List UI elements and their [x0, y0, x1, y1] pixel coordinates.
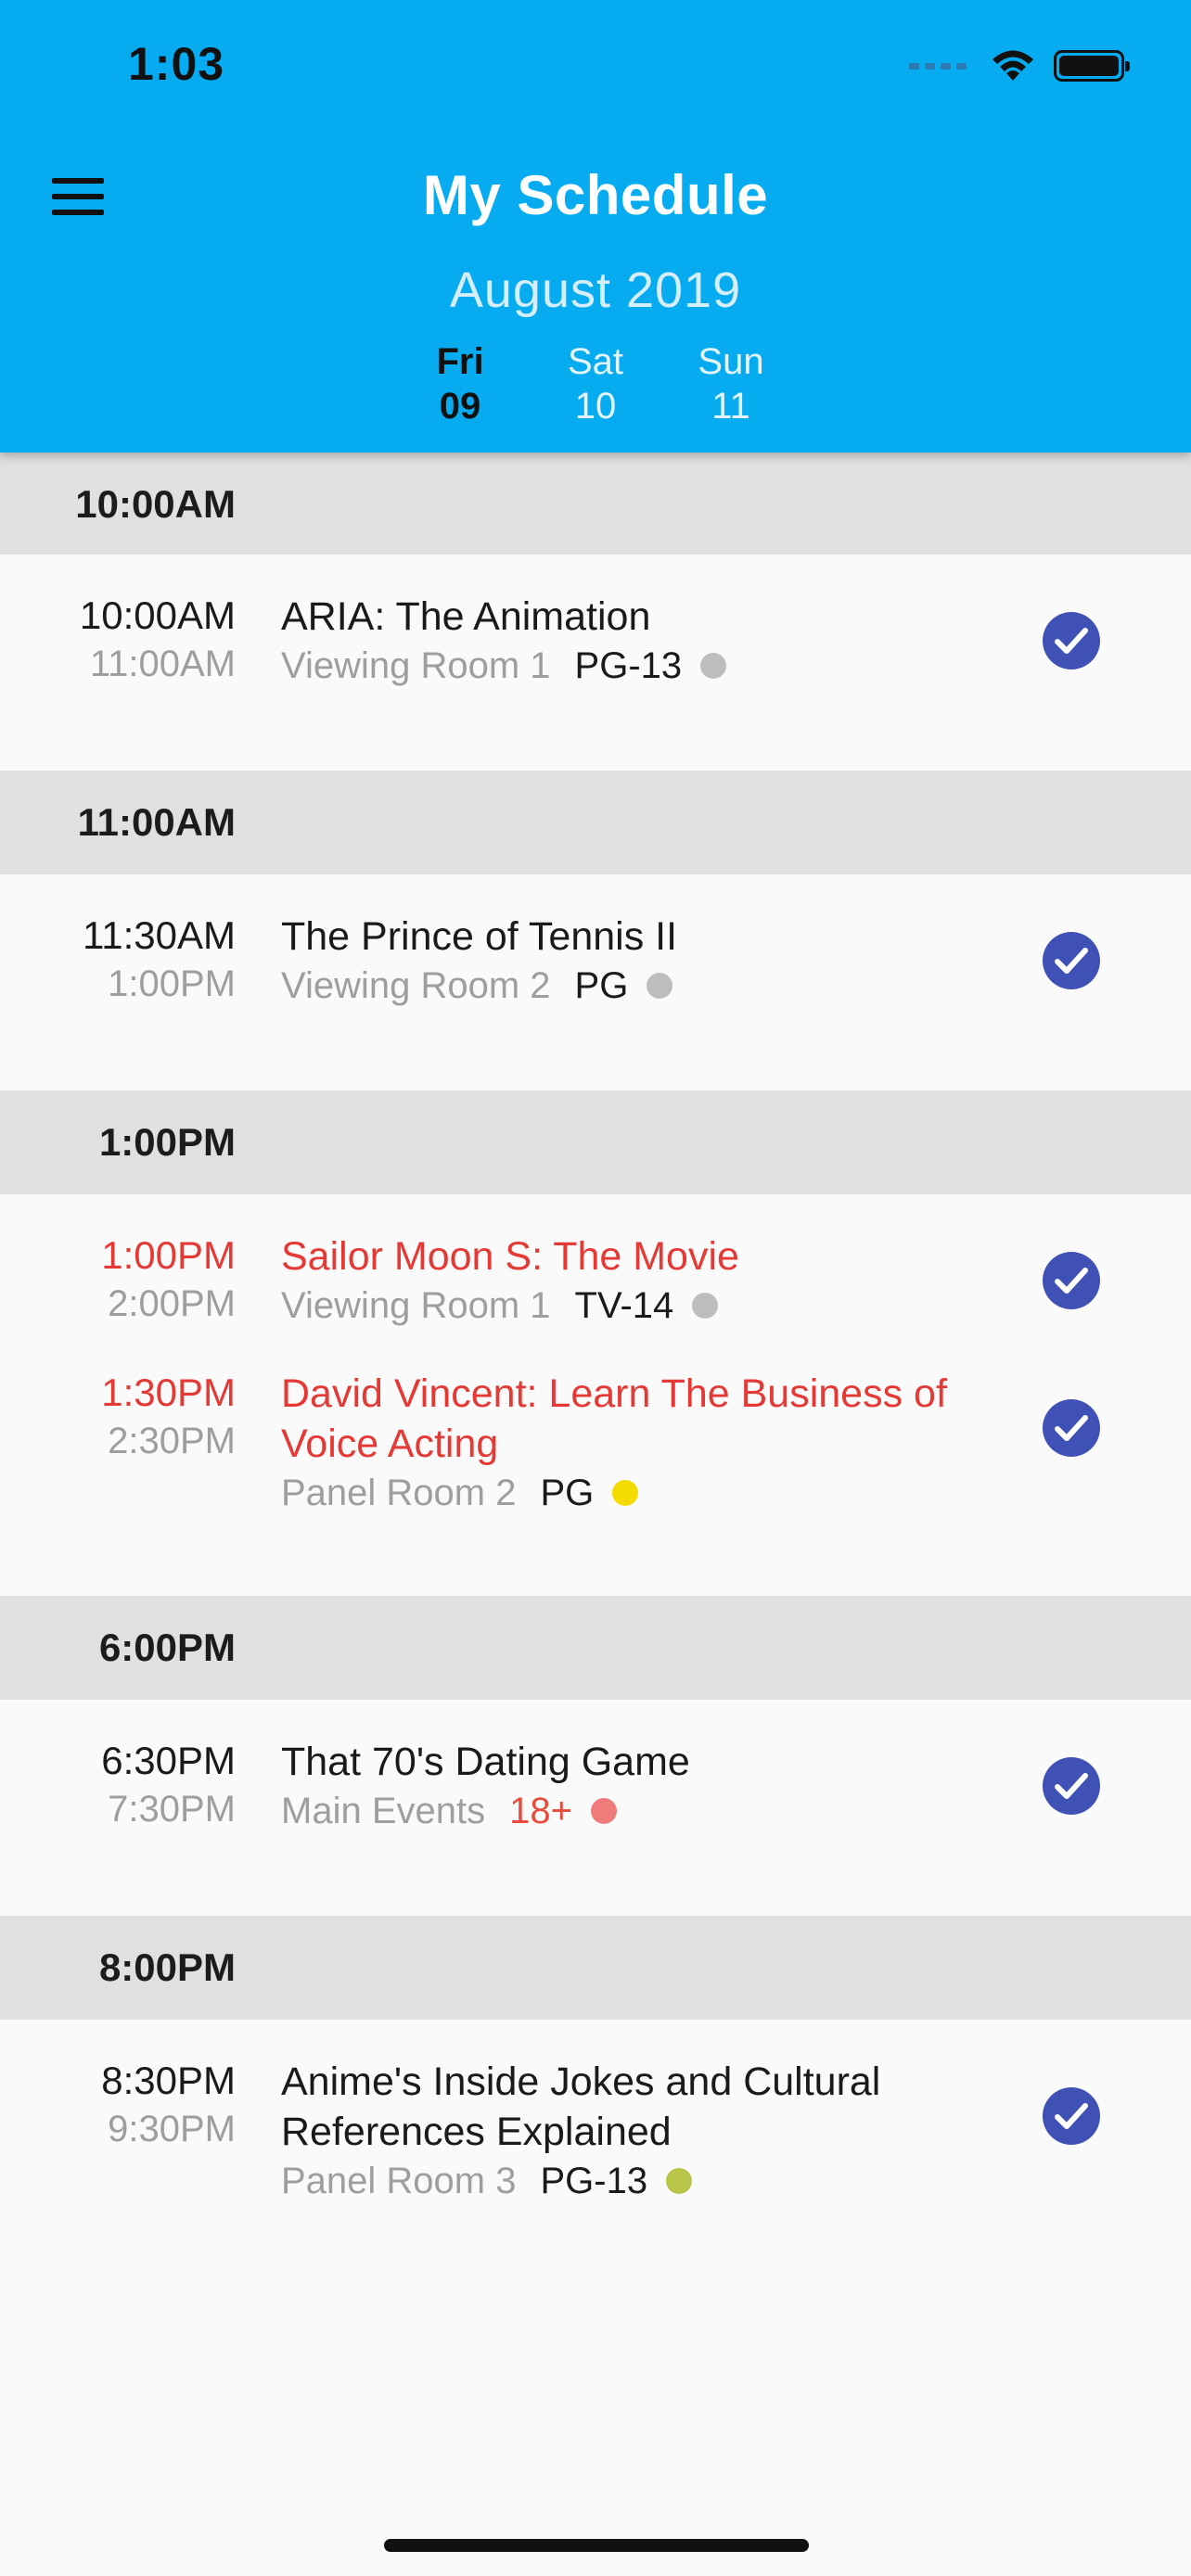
event-end-time: 1:00PM: [108, 963, 236, 1004]
day-tab-date: 10: [574, 386, 617, 427]
event-start-time: 8:30PM: [101, 2059, 236, 2102]
month-label: August 2019: [449, 262, 742, 318]
event-title: ARIA: The Animation: [281, 594, 651, 639]
event-info: That 70's Dating Game Main Events 18+: [281, 1737, 1005, 1835]
event-info: David Vincent: Learn The Business of Voi…: [281, 1369, 1005, 1517]
event-title: Sailor Moon S: The Movie: [281, 1234, 739, 1279]
rating-color-dot: [647, 973, 673, 999]
event-room: Panel Room 3: [281, 2161, 517, 2201]
check-circle-icon[interactable]: [1043, 1757, 1100, 1815]
event-rating: 18+: [509, 1791, 572, 1831]
battery-icon: [1054, 50, 1130, 82]
event-title: That 70's Dating Game: [281, 1740, 690, 1784]
time-section-header: 11:00AM: [0, 771, 1191, 874]
event-title: David Vincent: Learn The Business of Voi…: [281, 1371, 947, 1466]
rating-color-dot: [666, 2168, 693, 2194]
section-time-label: 8:00PM: [98, 1945, 236, 1989]
day-tab-dow: Sun: [698, 341, 764, 382]
section-time-label: 11:00AM: [77, 800, 236, 844]
schedule-event-row[interactable]: 10:00AM 11:00AM ARIA: The Animation Viewing…: [0, 555, 1191, 771]
day-tab-sat[interactable]: Sat 10: [551, 339, 640, 428]
check-circle-icon[interactable]: [1043, 1399, 1100, 1457]
status-time: 1:03: [128, 38, 225, 90]
time-section-header: 6:00PM: [0, 1596, 1191, 1700]
event-meta: Main Events 18+: [281, 1787, 1005, 1835]
event-info: Anime's Inside Jokes and Cultural Refere…: [281, 2057, 1005, 2205]
event-times: 11:30AM 1:00PM: [83, 912, 236, 1008]
event-end-time: 11:00AM: [89, 644, 236, 684]
time-section-header: 10:00AM: [0, 453, 1191, 555]
event-room: Main Events: [281, 1791, 486, 1831]
day-tab-date: 11: [711, 386, 750, 427]
event-rating: PG: [540, 1473, 595, 1513]
event-times: 6:30PM 7:30PM: [101, 1737, 236, 1833]
rating-color-dot: [612, 1480, 639, 1506]
event-room: Viewing Room 1: [281, 645, 551, 686]
event-start-time: 1:00PM: [101, 1233, 236, 1277]
home-indicator[interactable]: [384, 2539, 809, 2552]
check-circle-icon[interactable]: [1043, 612, 1100, 670]
status-icons: [909, 43, 1130, 89]
rating-color-dot: [692, 1293, 719, 1319]
event-info: Sailor Moon S: The Movie Viewing Room 1 TV…: [281, 1231, 1005, 1330]
event-end-time: 9:30PM: [108, 2109, 236, 2149]
event-info: The Prince of Tennis II Viewing Room 2 PG: [281, 912, 1005, 1010]
event-end-time: 2:30PM: [108, 1421, 236, 1461]
event-rating: PG-13: [540, 2161, 648, 2201]
schedule-list: 10:00AM 10:00AM 11:00AM ARIA: The Animation…: [0, 453, 1191, 2237]
rating-color-dot: [590, 1798, 617, 1824]
event-times: 1:30PM 2:30PM: [101, 1369, 236, 1465]
event-info: ARIA: The Animation Viewing Room 1 PG-13: [281, 592, 1005, 690]
section-time-label: 6:00PM: [98, 1626, 236, 1669]
schedule-event-row[interactable]: 11:30AM 1:00PM The Prince of Tennis II View…: [0, 874, 1191, 1090]
event-meta: Panel Room 3 PG-13: [281, 2157, 1005, 2205]
app-root: 1:03 My Schedule August 2019 Fri 09 Sat 10 S…: [0, 0, 1191, 2576]
event-start-time: 11:30AM: [83, 913, 236, 957]
check-circle-icon[interactable]: [1043, 1252, 1100, 1309]
event-end-time: 2:00PM: [108, 1283, 236, 1324]
event-title: Anime's Inside Jokes and Cultural Refere…: [281, 2060, 881, 2154]
event-meta: Viewing Room 1 TV-14: [281, 1282, 1005, 1330]
event-start-time: 6:30PM: [101, 1739, 236, 1782]
event-start-time: 1:30PM: [101, 1371, 236, 1414]
page-title: My Schedule: [422, 164, 769, 226]
day-tab-sun[interactable]: Sun 11: [686, 339, 775, 428]
check-circle-icon[interactable]: [1043, 932, 1100, 989]
check-circle-icon[interactable]: [1043, 2087, 1100, 2145]
day-tabs: Fri 09 Sat 10 Sun 11: [0, 339, 1191, 428]
event-meta: Viewing Room 1 PG-13: [281, 642, 1005, 690]
cellular-signal-icon: [909, 62, 967, 70]
section-time-label: 1:00PM: [98, 1120, 236, 1164]
event-rating: PG: [574, 965, 629, 1006]
schedule-event-row[interactable]: 1:00PM 2:00PM Sailor Moon S: The Movie View…: [0, 1194, 1191, 1369]
event-times: 10:00AM 11:00AM: [80, 592, 236, 688]
app-header: 1:03 My Schedule August 2019 Fri 09 Sat 10 S…: [0, 0, 1191, 453]
event-rating: TV-14: [574, 1285, 674, 1326]
wifi-icon: [992, 50, 1033, 81]
event-meta: Viewing Room 2 PG: [281, 962, 1005, 1010]
event-title: The Prince of Tennis II: [281, 914, 678, 959]
day-tab-dow: Fri: [436, 341, 484, 382]
event-room: Panel Room 2: [281, 1473, 517, 1513]
schedule-event-row[interactable]: 6:30PM 7:30PM That 70's Dating Game Main Ev…: [0, 1700, 1191, 1916]
event-end-time: 7:30PM: [108, 1789, 236, 1830]
event-meta: Panel Room 2 PG: [281, 1469, 1005, 1517]
section-time-label: 10:00AM: [75, 482, 236, 526]
event-room: Viewing Room 2: [281, 965, 551, 1006]
day-tab-fri[interactable]: Fri 09: [416, 339, 505, 428]
schedule-event-row[interactable]: 8:30PM 9:30PM Anime's Inside Jokes and Cul…: [0, 2020, 1191, 2237]
day-tab-dow: Sat: [567, 341, 624, 382]
event-times: 8:30PM 9:30PM: [101, 2057, 236, 2153]
event-room: Viewing Room 1: [281, 1285, 551, 1326]
event-times: 1:00PM 2:00PM: [101, 1231, 236, 1328]
event-rating: PG-13: [574, 645, 683, 686]
time-section-header: 8:00PM: [0, 1916, 1191, 2020]
rating-color-dot: [700, 653, 727, 679]
day-tab-date: 09: [439, 386, 481, 427]
schedule-event-row[interactable]: 1:30PM 2:30PM David Vincent: Learn The Bus…: [0, 1369, 1191, 1596]
time-section-header: 1:00PM: [0, 1090, 1191, 1194]
event-start-time: 10:00AM: [79, 593, 236, 637]
